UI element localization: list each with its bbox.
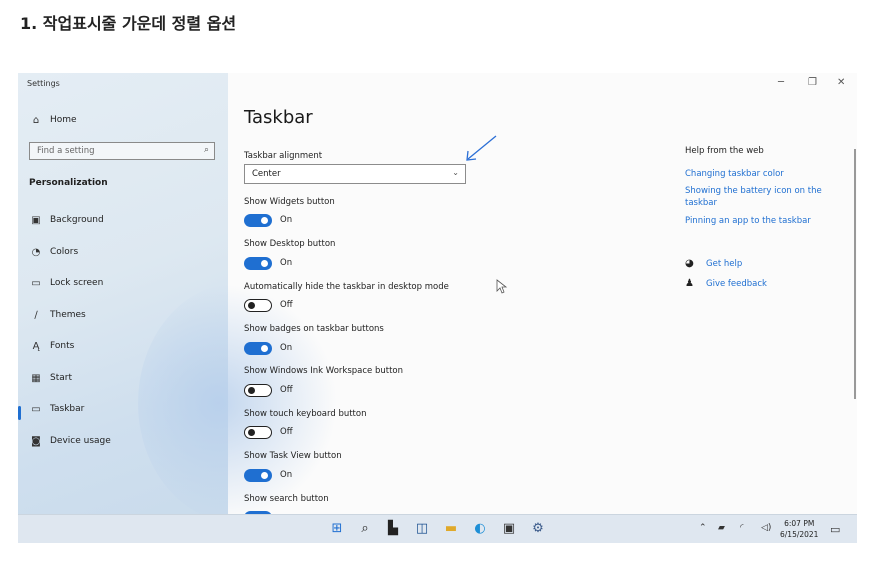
sidebar-item-label: Start: [50, 373, 72, 383]
sidebar-item-label: Background: [50, 215, 104, 225]
window-title: Settings: [27, 79, 60, 88]
help-link-battery-icon[interactable]: Showing the battery icon on the taskbar: [685, 185, 825, 209]
search-icon: ⌕: [203, 145, 209, 155]
taskbar-alignment-dropdown[interactable]: Center ⌄: [244, 164, 466, 184]
settings-gear-icon[interactable]: ⚙: [529, 521, 547, 537]
settings-screenshot: Settings ⌂ Home Find a setting ⌕ Persona…: [18, 73, 857, 543]
task-view-toggle[interactable]: [244, 469, 272, 482]
fonts-icon: Ą: [32, 340, 40, 352]
page-heading: 1. 작업표시줄 가운데 정렬 옵션: [20, 14, 237, 33]
autohide-toggle[interactable]: [244, 299, 272, 312]
scrollbar[interactable]: [854, 149, 856, 399]
get-help-label: Get help: [706, 258, 743, 269]
edge-browser-icon[interactable]: ◐: [471, 521, 489, 537]
section-personalization: Personalization: [29, 178, 108, 188]
desktop-button-toggle[interactable]: [244, 257, 272, 270]
widgets-icon[interactable]: ◫: [413, 521, 431, 537]
help-link-pin-app[interactable]: Pinning an app to the taskbar: [685, 215, 825, 227]
toggle-state: On: [280, 258, 293, 268]
volume-icon[interactable]: ◁): [761, 523, 771, 533]
sidebar-item-label: Themes: [50, 310, 86, 320]
sidebar-item-label: Fonts: [50, 341, 75, 351]
task-view-icon[interactable]: ▙: [384, 521, 402, 537]
chat-help-icon: ◕: [685, 258, 694, 269]
minimize-button[interactable]: ─: [778, 77, 784, 88]
store-icon[interactable]: ▣: [500, 521, 518, 537]
widgets-toggle[interactable]: [244, 214, 272, 227]
page-title: Taskbar: [244, 107, 313, 128]
help-link-taskbar-color[interactable]: Changing taskbar color: [685, 168, 825, 180]
setting-label: Show Task View button: [244, 451, 342, 461]
wifi-icon[interactable]: ◜: [740, 523, 744, 533]
battery-icon[interactable]: ▰: [718, 523, 725, 533]
file-explorer-icon[interactable]: ▬: [442, 521, 460, 537]
nav-home[interactable]: ⌂ Home: [18, 109, 228, 131]
sidebar-item-start[interactable]: ▦ Start: [18, 367, 228, 389]
toggle-state: On: [280, 470, 293, 480]
sidebar-item-label: Colors: [50, 247, 79, 257]
settings-sidebar: Settings ⌂ Home Find a setting ⌕ Persona…: [18, 73, 338, 523]
taskbar-icon: ▭: [31, 403, 41, 415]
mouse-cursor-icon: [496, 279, 508, 294]
clock-date: 6/15/2021: [780, 530, 819, 539]
toggle-state: Off: [280, 300, 293, 310]
setting-label: Show search button: [244, 494, 329, 504]
setting-label: Show Widgets button: [244, 197, 335, 207]
toggle-state: On: [280, 343, 293, 353]
setting-label: Show Desktop button: [244, 239, 336, 249]
search-icon[interactable]: ⌕: [356, 521, 374, 537]
help-heading: Help from the web: [685, 146, 764, 156]
toggle-state: On: [280, 215, 293, 225]
clock-time: 6:07 PM: [784, 519, 815, 528]
sidebar-item-label: Device usage: [50, 436, 111, 446]
sidebar-item-device-usage[interactable]: ◙ Device usage: [18, 430, 228, 452]
notification-icon[interactable]: ▭: [830, 523, 840, 536]
toggle-state: Off: [280, 427, 293, 437]
sidebar-item-label: Lock screen: [50, 278, 104, 288]
sidebar-item-background[interactable]: ▣ Background: [18, 209, 228, 231]
badges-toggle[interactable]: [244, 342, 272, 355]
search-input[interactable]: Find a setting ⌕: [29, 142, 215, 160]
annotation-arrow: [466, 135, 497, 161]
windows-taskbar: ⊞ ⌕ ▙ ◫ ▬ ◐ ▣ ⚙ ⌃ ▰ ◜ ◁) 6:07 PM 6/15/20…: [18, 514, 857, 543]
ink-workspace-toggle[interactable]: [244, 384, 272, 397]
sidebar-item-themes[interactable]: ∕ Themes: [18, 304, 228, 326]
give-feedback-link[interactable]: ♟ Give feedback: [685, 278, 767, 289]
palette-icon: ◔: [31, 246, 41, 258]
lock-screen-icon: ▭: [31, 277, 41, 289]
setting-label: Show touch keyboard button: [244, 409, 367, 419]
sidebar-item-colors[interactable]: ◔ Colors: [18, 241, 228, 263]
dropdown-value: Center: [252, 169, 281, 179]
setting-label: Automatically hide the taskbar in deskto…: [244, 282, 449, 292]
sidebar-item-lock-screen[interactable]: ▭ Lock screen: [18, 272, 228, 294]
start-icon: ▦: [31, 372, 41, 384]
alignment-label: Taskbar alignment: [244, 151, 323, 161]
setting-label: Show badges on taskbar buttons: [244, 324, 384, 334]
get-help-link[interactable]: ◕ Get help: [685, 258, 742, 269]
toggle-state: Off: [280, 385, 293, 395]
setting-label: Show Windows Ink Workspace button: [244, 366, 403, 376]
chevron-up-icon[interactable]: ⌃: [699, 523, 707, 533]
start-button-icon[interactable]: ⊞: [328, 521, 346, 537]
feedback-icon: ♟: [685, 278, 694, 289]
nav-home-label: Home: [50, 115, 77, 125]
sidebar-item-fonts[interactable]: Ą Fonts: [18, 335, 228, 357]
chevron-down-icon: ⌄: [452, 168, 459, 177]
home-icon: ⌂: [32, 114, 40, 126]
search-placeholder: Find a setting: [37, 146, 95, 156]
sidebar-item-taskbar[interactable]: ▭ Taskbar: [18, 398, 228, 420]
maximize-button[interactable]: ❐: [808, 77, 817, 88]
give-feedback-label: Give feedback: [706, 278, 767, 289]
background-icon: ▣: [31, 214, 41, 226]
device-usage-icon: ◙: [31, 435, 41, 447]
brush-icon: ∕: [34, 309, 38, 321]
touch-keyboard-toggle[interactable]: [244, 426, 272, 439]
sidebar-item-label: Taskbar: [50, 404, 85, 414]
clock[interactable]: 6:07 PM 6/15/2021: [780, 518, 818, 540]
close-button[interactable]: ✕: [837, 77, 845, 88]
